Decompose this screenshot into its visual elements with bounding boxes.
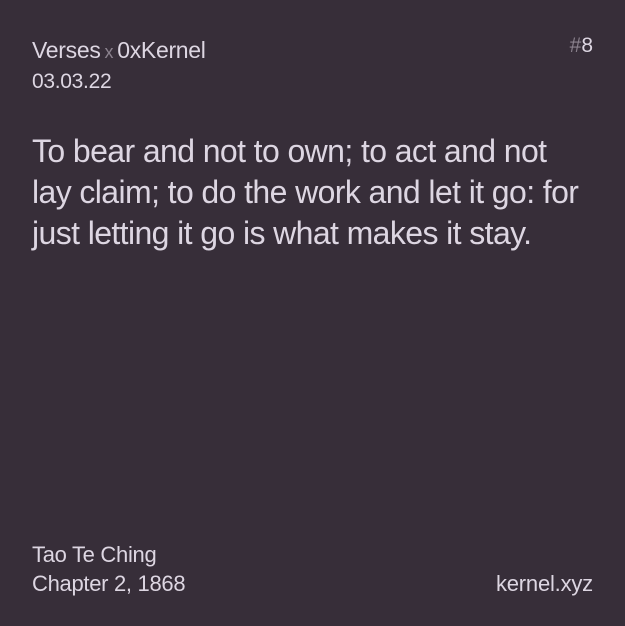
brand-verses: Verses	[32, 37, 101, 63]
quote-text: To bear and not to own; to act and not l…	[32, 133, 579, 251]
source-citation: Tao Te Ching Chapter 2, 1868	[32, 540, 186, 598]
verse-number: #8	[570, 33, 593, 59]
source-title: Tao Te Ching	[32, 542, 157, 567]
site-link[interactable]: kernel.xyz	[496, 569, 593, 598]
brand-line: Verses x 0xKernel	[32, 36, 206, 66]
hash-symbol: #	[569, 34, 582, 57]
date: 03.03.22	[32, 70, 112, 93]
verse-card: Verses x 0xKernel 03.03.22 #8 To bear and …	[0, 0, 625, 626]
source-detail: Chapter 2, 1868	[32, 571, 186, 596]
verse-number-value: 8	[581, 34, 593, 57]
brand-separator: x	[104, 42, 114, 62]
brand-kernel: 0xKernel	[117, 37, 206, 63]
